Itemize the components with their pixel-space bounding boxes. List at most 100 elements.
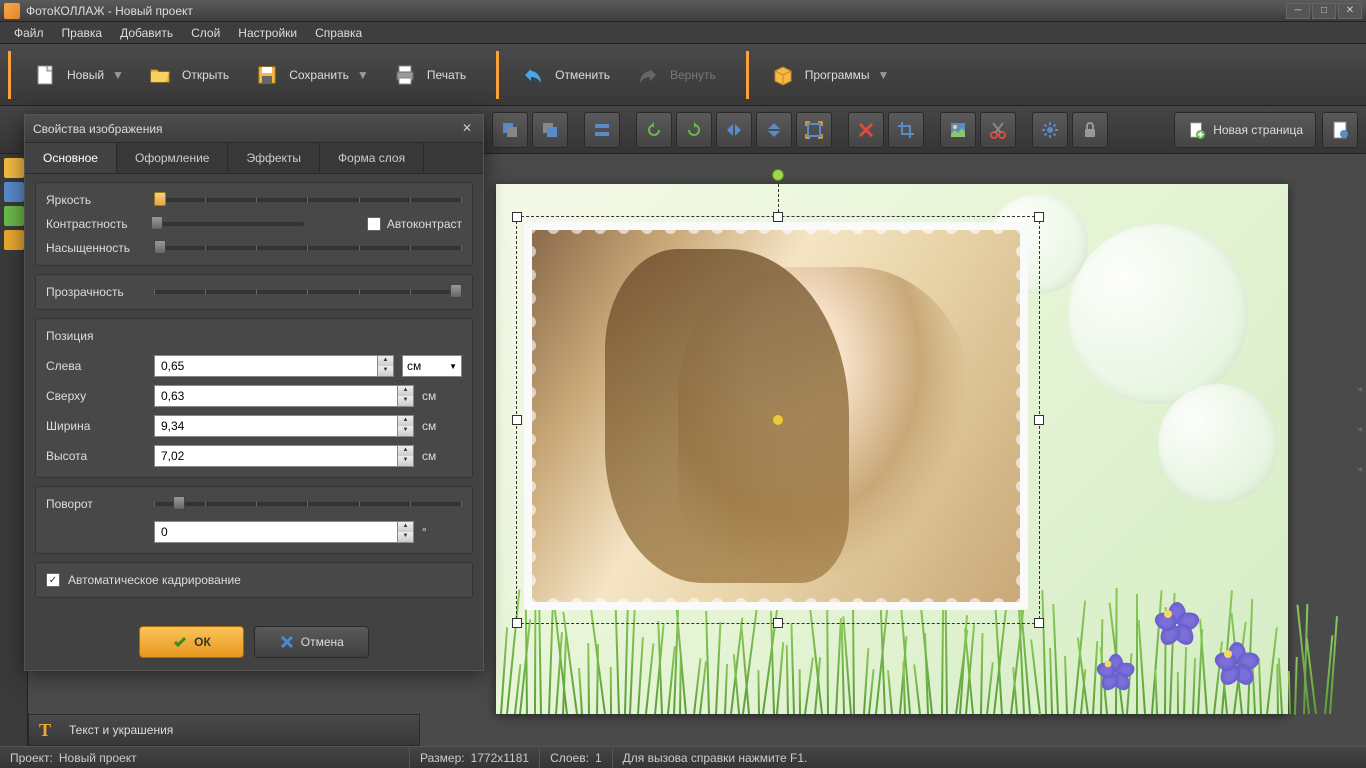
brightness-label: Яркость — [46, 193, 146, 207]
dialog-titlebar[interactable]: Свойства изображения ✕ — [25, 115, 483, 143]
flip-vertical-button[interactable] — [756, 112, 792, 148]
crop-button[interactable] — [888, 112, 924, 148]
menu-settings[interactable]: Настройки — [230, 24, 305, 42]
undo-icon — [517, 59, 549, 91]
save-button[interactable]: Сохранить▼ — [241, 55, 377, 95]
titlebar: ФотоКОЛЛАЖ - Новый проект ─ □ ✕ — [0, 0, 1366, 22]
chevron-down-icon: ▼ — [878, 68, 888, 82]
main-toolbar: Новый▼ Открыть Сохранить▼ Печать Отменит… — [0, 44, 1366, 106]
save-icon — [251, 59, 283, 91]
rotation-handle[interactable] — [772, 169, 784, 181]
size-value: 1772x1181 — [471, 751, 530, 765]
fit-button[interactable] — [796, 112, 832, 148]
statusbar: Проект: Новый проект Размер: 1772x1181 С… — [0, 746, 1366, 768]
new-page-button[interactable]: Новая страница — [1174, 112, 1316, 148]
print-button[interactable]: Печать — [379, 55, 476, 95]
menu-file[interactable]: Файл — [6, 24, 52, 42]
text-decorations-label: Текст и украшения — [69, 723, 173, 737]
chevron-down-icon: ▼ — [357, 68, 367, 82]
undo-button[interactable]: Отменить — [507, 55, 620, 95]
menu-edit[interactable]: Правка — [54, 24, 111, 42]
menu-layer[interactable]: Слой — [183, 24, 228, 42]
scroll-indicator[interactable]: ◂ — [1357, 464, 1362, 475]
help-hint: Для вызова справки нажмите F1. — [623, 751, 808, 765]
check-icon — [172, 634, 188, 650]
close-button[interactable]: ✕ — [1338, 3, 1362, 19]
new-file-icon — [29, 59, 61, 91]
left-label: Слева — [46, 359, 146, 373]
opacity-label: Прозрачность — [46, 285, 146, 299]
smiley-icon[interactable] — [4, 230, 24, 250]
project-label: Проект: — [10, 751, 53, 765]
star-icon[interactable] — [4, 158, 24, 178]
flip-horizontal-button[interactable] — [716, 112, 752, 148]
brightness-slider[interactable]: document.write(Array.from({length:7},(_,… — [154, 198, 462, 202]
dialog-close-button[interactable]: ✕ — [459, 121, 475, 137]
text-decorations-panel[interactable]: T Текст и украшения — [28, 714, 420, 746]
print-icon — [389, 59, 421, 91]
autocontrast-checkbox[interactable] — [367, 217, 381, 231]
project-name: Новый проект — [59, 751, 137, 765]
folder-open-icon — [144, 59, 176, 91]
cancel-button[interactable]: Отмена — [254, 626, 369, 658]
chevron-down-icon: ▼ — [112, 68, 122, 82]
image-properties-dialog: Свойства изображения ✕ Основное Оформлен… — [24, 114, 484, 671]
top-label: Сверху — [46, 389, 146, 403]
rotation-label: Поворот — [46, 497, 146, 511]
cut-button[interactable] — [980, 112, 1016, 148]
saturation-slider[interactable]: document.write(Array.from({length:7},(_,… — [154, 246, 462, 250]
maximize-button[interactable]: □ — [1312, 3, 1336, 19]
scroll-indicator[interactable]: ◂ — [1357, 384, 1362, 395]
open-button[interactable]: Открыть — [134, 55, 239, 95]
rotate-right-button[interactable] — [676, 112, 712, 148]
position-heading: Позиция — [46, 329, 462, 343]
programs-button[interactable]: Программы▼ — [757, 55, 898, 95]
tab-effects[interactable]: Эффекты — [228, 143, 320, 173]
size-label: Размер: — [420, 751, 465, 765]
tab-main[interactable]: Основное — [25, 143, 117, 173]
unit-select[interactable]: см▼ — [402, 355, 462, 377]
opacity-slider[interactable]: document.write(Array.from({length:7},(_,… — [154, 290, 462, 294]
page-settings-button[interactable] — [1322, 112, 1358, 148]
layer-up-button[interactable] — [532, 112, 568, 148]
text-icon: T — [39, 720, 59, 740]
contrast-label: Контрастность — [46, 217, 146, 231]
align-button[interactable] — [584, 112, 620, 148]
layer-down-button[interactable] — [492, 112, 528, 148]
menu-help[interactable]: Справка — [307, 24, 370, 42]
layers-label: Слоев: — [550, 751, 589, 765]
settings-button[interactable] — [1032, 112, 1068, 148]
ok-button[interactable]: ОК — [139, 626, 244, 658]
image-icon[interactable] — [4, 182, 24, 202]
contrast-slider[interactable] — [154, 222, 304, 226]
globe-icon[interactable] — [4, 206, 24, 226]
minimize-button[interactable]: ─ — [1286, 3, 1310, 19]
autocrop-checkbox[interactable]: ✓ — [46, 573, 60, 587]
new-button[interactable]: Новый▼ — [19, 55, 132, 95]
page-add-icon — [1187, 121, 1205, 139]
app-icon — [4, 3, 20, 19]
scroll-indicator[interactable]: ◂ — [1357, 424, 1362, 435]
dialog-title: Свойства изображения — [33, 122, 163, 136]
delete-button[interactable] — [848, 112, 884, 148]
height-input[interactable]: ▲▼ — [154, 445, 414, 467]
width-input[interactable]: ▲▼ — [154, 415, 414, 437]
tab-decoration[interactable]: Оформление — [117, 143, 228, 173]
replace-button[interactable] — [940, 112, 976, 148]
autocontrast-label: Автоконтраст — [387, 217, 462, 231]
rotation-input[interactable]: ▲▼ — [154, 521, 414, 543]
top-input[interactable]: ▲▼ — [154, 385, 414, 407]
menubar: Файл Правка Добавить Слой Настройки Спра… — [0, 22, 1366, 44]
photo-layer[interactable] — [524, 222, 1028, 610]
lock-button[interactable] — [1072, 112, 1108, 148]
left-input[interactable]: ▲▼ — [154, 355, 394, 377]
window-title: ФотоКОЛЛАЖ - Новый проект — [26, 4, 1286, 18]
rotate-left-button[interactable] — [636, 112, 672, 148]
rotation-slider[interactable]: document.write(Array.from({length:7},(_,… — [154, 502, 462, 506]
height-label: Высота — [46, 449, 146, 463]
menu-add[interactable]: Добавить — [112, 24, 181, 42]
saturation-label: Насыщенность — [46, 241, 146, 255]
canvas[interactable]: document.write(Array.from({length:120},(… — [496, 184, 1288, 714]
tab-layer-shape[interactable]: Форма слоя — [320, 143, 424, 173]
redo-button[interactable]: Вернуть — [622, 55, 726, 95]
